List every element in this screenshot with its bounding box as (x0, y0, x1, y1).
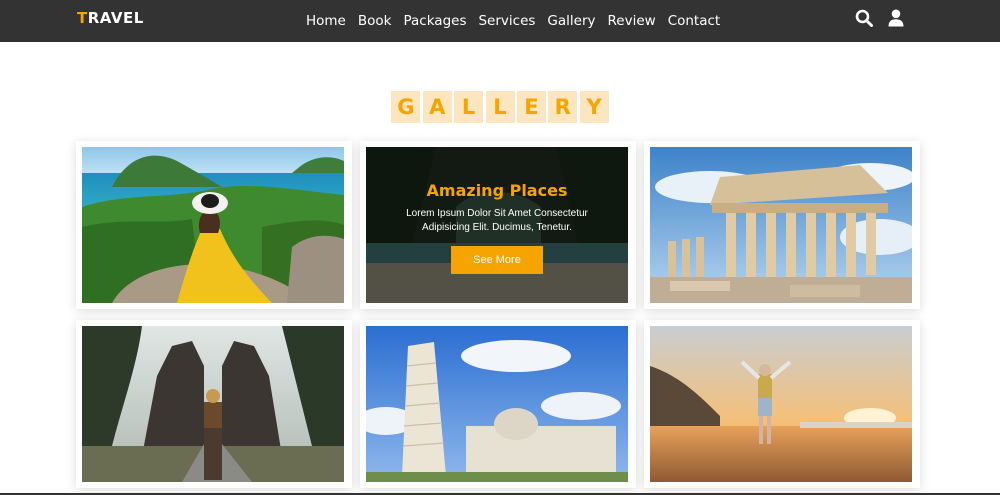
gallery-image-island (82, 147, 344, 303)
search-icon[interactable] (854, 8, 874, 28)
navbar: TRAVEL Home Book Packages Services Galle… (0, 0, 1000, 42)
heading-letter: Y (579, 91, 609, 123)
heading-letter: L (454, 91, 484, 123)
logo[interactable]: TRAVEL (77, 9, 144, 27)
heading-letter: L (485, 91, 515, 123)
overlay-description: Lorem Ipsum Dolor Sit Amet Consectetur A… (406, 208, 588, 233)
gallery-card[interactable] (644, 320, 920, 488)
gallery-card[interactable] (76, 141, 352, 309)
nav-book[interactable]: Book (358, 13, 392, 29)
heading-letter: R (548, 91, 578, 123)
gallery-image-parthenon (650, 147, 912, 303)
nav-icons (842, 8, 906, 28)
gallery-card-featured[interactable]: Amazing Places Lorem Ipsum Dolor Sit Ame… (360, 141, 636, 309)
gallery-heading: G A L L E R Y (0, 91, 1000, 123)
heading-letter: A (422, 91, 452, 123)
nav-packages[interactable]: Packages (403, 13, 466, 29)
gallery-image-pisa (366, 326, 628, 482)
logo-text: RAVEL (87, 9, 144, 27)
nav-review[interactable]: Review (608, 13, 656, 29)
heading-letter: G (391, 91, 421, 123)
nav-services[interactable]: Services (478, 13, 535, 29)
see-more-button[interactable]: See More (451, 246, 543, 274)
gallery-image-beach: Amazing Places Lorem Ipsum Dolor Sit Ame… (366, 147, 628, 303)
card-overlay: Amazing Places Lorem Ipsum Dolor Sit Ame… (366, 147, 628, 303)
gallery-image-sunset-beach (650, 326, 912, 482)
heading-letter: E (516, 91, 546, 123)
gallery-image-temple-gate (82, 326, 344, 482)
user-icon[interactable] (886, 8, 906, 28)
nav-home[interactable]: Home (306, 13, 346, 29)
nav-gallery[interactable]: Gallery (547, 13, 595, 29)
nav-contact[interactable]: Contact (668, 13, 721, 29)
gallery-card[interactable] (644, 141, 920, 309)
gallery-card[interactable] (76, 320, 352, 488)
overlay-title: Amazing Places (426, 181, 568, 200)
logo-initial: T (77, 9, 88, 27)
gallery-card[interactable] (360, 320, 636, 488)
main-menu: Home Book Packages Services Gallery Revi… (300, 0, 726, 42)
